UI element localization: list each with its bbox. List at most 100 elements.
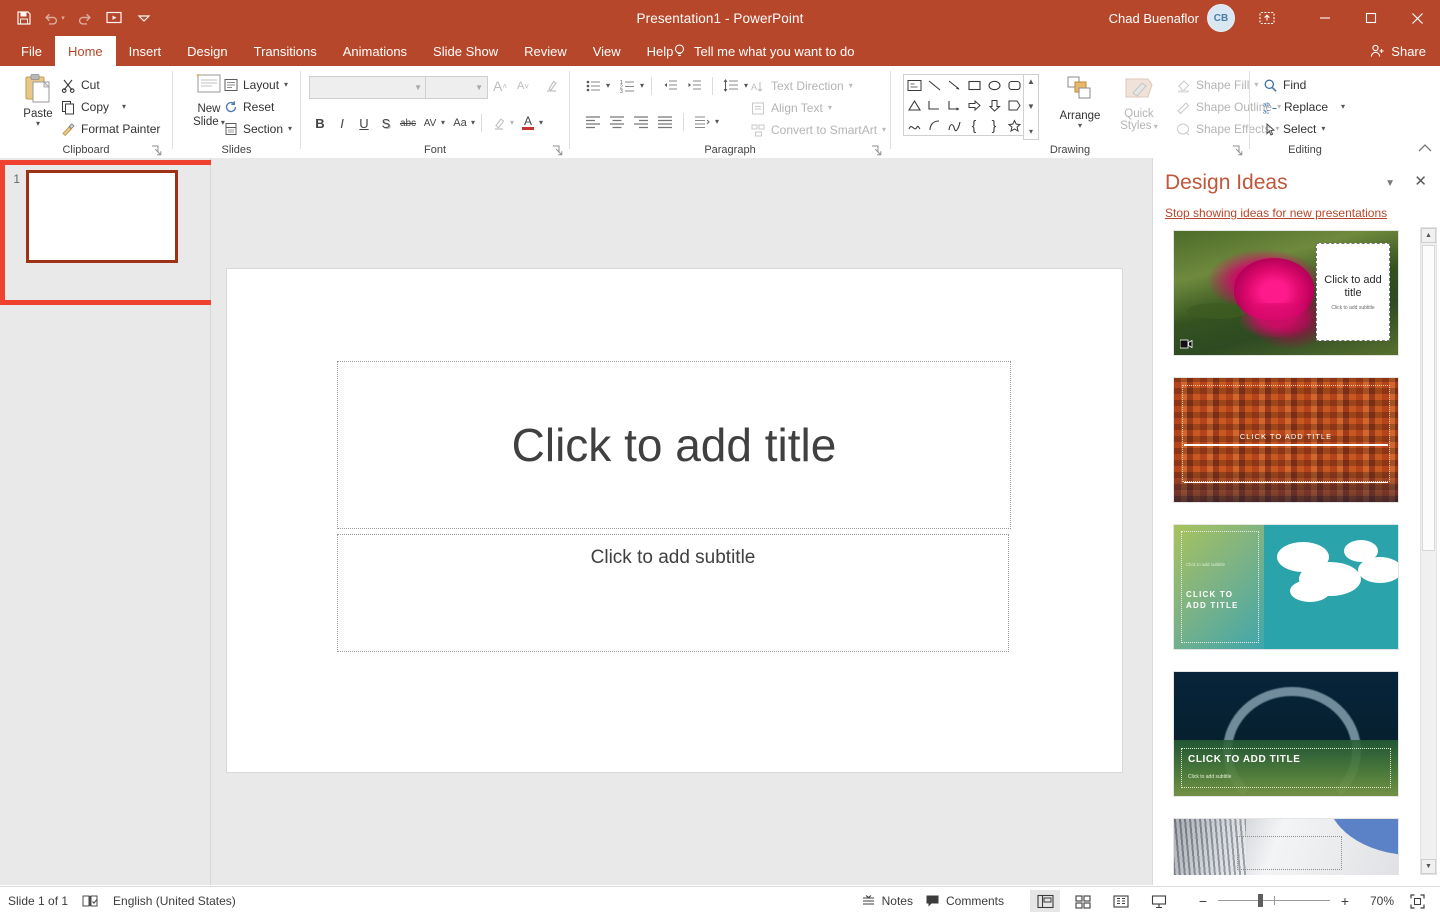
tab-review[interactable]: Review — [511, 36, 580, 66]
tab-insert[interactable]: Insert — [116, 36, 175, 66]
reset-button[interactable]: Reset — [221, 96, 295, 118]
replace-button[interactable]: abac Replace ▾ — [1260, 96, 1348, 118]
font-dialog-launcher[interactable] — [552, 144, 563, 155]
select-caret-icon[interactable]: ▾ — [1321, 125, 1325, 133]
shape-right-arrow-icon[interactable] — [964, 95, 984, 115]
shapes-gallery-scroll[interactable]: ▲ ▼ ▾ — [1023, 74, 1039, 140]
stop-showing-ideas-link[interactable]: Stop showing ideas for new presentations — [1165, 206, 1387, 220]
shape-left-brace-icon[interactable]: { — [964, 115, 984, 135]
tell-me-search[interactable]: Tell me what you want to do — [672, 36, 854, 66]
shape-arc-icon[interactable] — [924, 115, 944, 135]
shapes-scroll-up-icon[interactable]: ▲ — [1027, 77, 1035, 86]
subtitle-placeholder[interactable]: Click to add subtitle — [337, 534, 1009, 652]
grow-font-icon[interactable]: A˄ — [489, 75, 511, 97]
decrease-indent-button[interactable] — [659, 75, 681, 97]
section-caret-icon[interactable]: ▾ — [288, 125, 292, 133]
shape-arrow-icon[interactable] — [944, 75, 964, 95]
view-normal[interactable] — [1030, 890, 1060, 912]
scrollbar-thumb[interactable] — [1422, 245, 1435, 551]
zoom-slider-handle[interactable] — [1258, 894, 1263, 907]
bullets-button[interactable] — [582, 75, 604, 97]
notes-button[interactable]: Notes — [861, 894, 913, 908]
numbering-caret-icon[interactable]: ▾ — [640, 82, 644, 90]
shape-right-brace-icon[interactable]: } — [984, 115, 1004, 135]
design-idea-lily[interactable]: Click to add title Click to add subtitle — [1173, 230, 1399, 356]
text-highlight-caret-icon[interactable]: ▾ — [510, 119, 514, 127]
design-idea-gray[interactable] — [1173, 818, 1399, 875]
arrange-caret-icon[interactable]: ▾ — [1078, 122, 1082, 130]
shrink-font-icon[interactable]: A˅ — [512, 75, 534, 97]
design-idea-clouds[interactable]: Click to add subtitle CLICK TO ADD TITLE — [1173, 524, 1399, 650]
tab-view[interactable]: View — [580, 36, 634, 66]
increase-indent-button[interactable] — [683, 75, 705, 97]
font-size-caret-icon[interactable]: ▼ — [475, 83, 483, 92]
shape-line-icon[interactable] — [924, 75, 944, 95]
text-direction-caret-icon[interactable]: ▾ — [849, 82, 853, 90]
align-center-button[interactable] — [606, 111, 628, 133]
slide-thumbnail-pane[interactable]: 1 — [0, 158, 211, 885]
shape-star-icon[interactable] — [1004, 115, 1024, 135]
collapse-ribbon-icon[interactable] — [1418, 143, 1432, 156]
character-spacing-button[interactable]: AV — [419, 112, 441, 134]
bullets-caret-icon[interactable]: ▾ — [606, 82, 610, 90]
shape-oval-icon[interactable] — [984, 75, 1004, 95]
tab-design[interactable]: Design — [174, 36, 240, 66]
paragraph-dialog-launcher[interactable] — [871, 144, 882, 155]
scroll-up-icon[interactable]: ▲ — [1421, 228, 1436, 243]
minimize-icon[interactable] — [1302, 0, 1348, 36]
shape-pentagon-icon[interactable] — [1004, 95, 1024, 115]
ribbon-display-options-icon[interactable] — [1254, 6, 1280, 30]
title-placeholder[interactable]: Click to add title — [337, 361, 1011, 529]
shape-rectangle-icon[interactable] — [964, 75, 984, 95]
justify-button[interactable] — [654, 111, 676, 133]
close-icon[interactable] — [1394, 0, 1440, 36]
text-direction-button[interactable]: A Text Direction ▾ — [748, 75, 889, 97]
slide-count[interactable]: Slide 1 of 1 — [8, 894, 68, 908]
account-info[interactable]: Chad Buenaflor CB — [1109, 4, 1235, 32]
align-text-button[interactable]: Align Text ▾ — [748, 97, 889, 119]
slide-canvas[interactable]: Click to add title Click to add subtitle — [226, 268, 1123, 773]
italic-button[interactable]: I — [331, 112, 353, 134]
maximize-icon[interactable] — [1348, 0, 1394, 36]
shape-elbow-arrow-icon[interactable] — [944, 95, 964, 115]
convert-to-smartart-button[interactable]: Convert to SmartArt ▾ — [748, 119, 889, 141]
zoom-level[interactable]: 70% — [1360, 894, 1394, 908]
shape-scribble-icon[interactable] — [904, 115, 924, 135]
paste-caret-icon[interactable]: ▾ — [36, 120, 40, 128]
clipboard-dialog-launcher[interactable] — [151, 144, 162, 155]
underline-button[interactable]: U — [353, 112, 375, 134]
smartart-caret-icon[interactable]: ▾ — [882, 126, 886, 134]
task-pane-options-icon[interactable]: ▼ — [1385, 178, 1395, 189]
comments-button[interactable]: Comments — [925, 894, 1004, 908]
columns-caret-icon[interactable]: ▾ — [715, 118, 719, 126]
zoom-in-button[interactable]: + — [1338, 894, 1352, 908]
find-button[interactable]: Find — [1260, 74, 1348, 96]
layout-caret-icon[interactable]: ▾ — [284, 81, 288, 89]
copy-caret-icon[interactable]: ▾ — [122, 103, 126, 111]
change-case-caret-icon[interactable]: ▾ — [471, 119, 475, 127]
font-color-button[interactable]: A — [517, 112, 539, 134]
design-idea-splash[interactable]: CLICK TO ADD TITLE Click to add subtitle — [1173, 671, 1399, 797]
format-painter-button[interactable]: Format Painter — [58, 118, 163, 140]
view-slide-show[interactable] — [1144, 890, 1174, 912]
align-left-button[interactable] — [582, 111, 604, 133]
font-color-caret-icon[interactable]: ▾ — [539, 119, 543, 127]
layout-button[interactable]: Layout ▾ — [221, 74, 295, 96]
character-spacing-caret-icon[interactable]: ▾ — [441, 119, 445, 127]
arrange-button[interactable]: Arrange ▾ — [1049, 74, 1111, 130]
shape-textbox-icon[interactable] — [904, 75, 924, 95]
text-highlight-color-button[interactable] — [488, 112, 510, 134]
view-reading[interactable] — [1106, 890, 1136, 912]
cut-button[interactable]: Cut — [58, 74, 163, 96]
line-spacing-button[interactable] — [720, 75, 742, 97]
zoom-out-button[interactable]: − — [1196, 894, 1210, 908]
spellcheck-icon[interactable] — [82, 894, 99, 908]
align-text-caret-icon[interactable]: ▾ — [828, 104, 832, 112]
font-name-caret-icon[interactable]: ▼ — [414, 83, 422, 92]
design-ideas-list[interactable]: Click to add title Click to add subtitle… — [1173, 230, 1407, 875]
copy-button[interactable]: Copy ▾ — [58, 96, 163, 118]
bold-button[interactable]: B — [309, 112, 331, 134]
tab-file[interactable]: File — [8, 36, 55, 66]
replace-caret-icon[interactable]: ▾ — [1341, 103, 1345, 111]
shape-down-arrow-icon[interactable] — [984, 95, 1004, 115]
